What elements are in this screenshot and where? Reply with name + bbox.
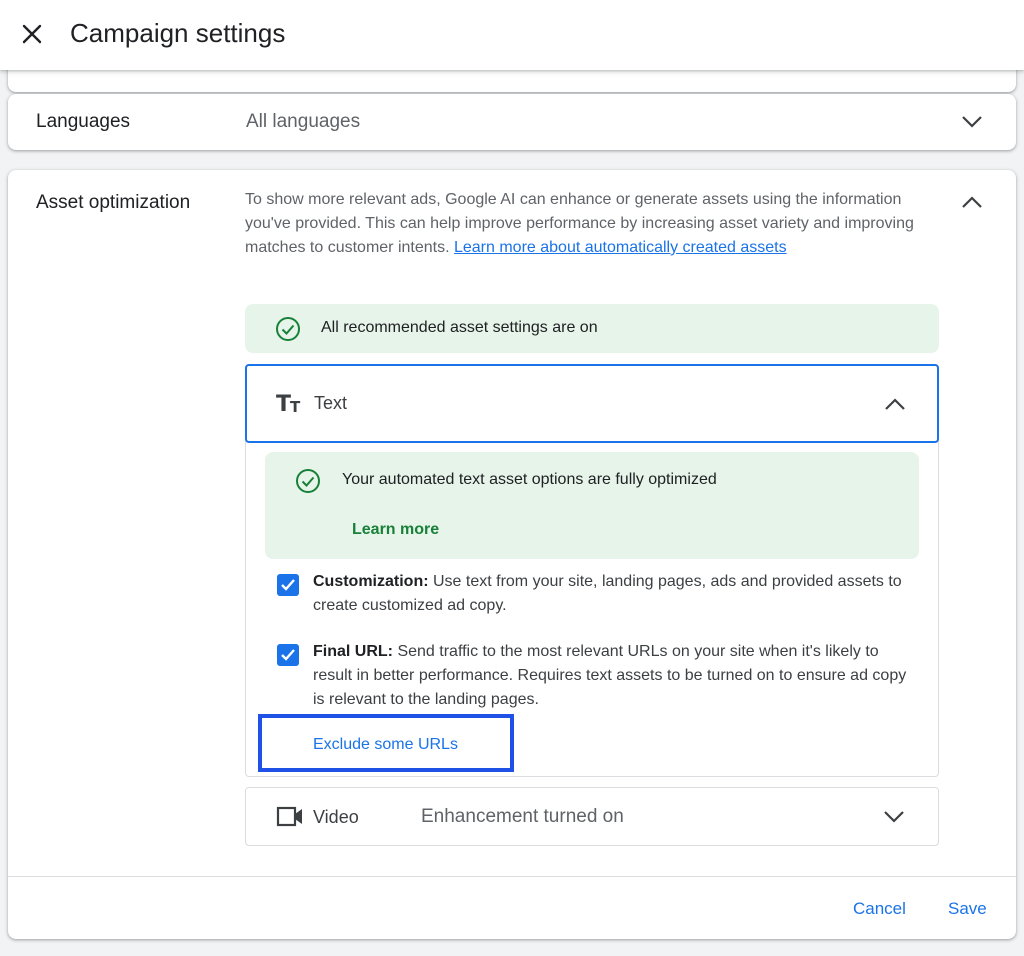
chevron-down-icon: [884, 811, 904, 823]
learn-more-link[interactable]: Learn more: [352, 521, 439, 539]
learn-more-automatically-created-assets-link[interactable]: Learn more about automatically created a…: [454, 239, 787, 256]
languages-value: All languages: [246, 111, 361, 132]
text-section-header[interactable]: TT Text: [245, 364, 939, 443]
final-url-description: Send traffic to the most relevant URLs o…: [313, 643, 907, 708]
customization-option-text: Customization: Use text from your site, …: [313, 570, 913, 618]
check-circle-icon: [296, 469, 320, 493]
asset-optimization-card: Asset optimization To show more relevant…: [8, 170, 1016, 939]
text-optimized-message: Your automated text asset options are fu…: [342, 471, 717, 488]
checkmark-icon: [281, 649, 295, 661]
close-icon[interactable]: [21, 23, 43, 45]
final-url-checkbox[interactable]: [277, 644, 299, 666]
customization-checkbox[interactable]: [277, 574, 299, 596]
asset-optimization-collapse-button[interactable]: [960, 190, 984, 214]
languages-label: Languages: [36, 111, 131, 132]
page-title: Campaign settings: [70, 18, 286, 48]
exclude-some-urls-link[interactable]: Exclude some URLs: [313, 736, 458, 754]
recommended-settings-banner: All recommended asset settings are on: [245, 304, 939, 353]
checkmark-icon: [281, 579, 295, 591]
text-section-title: Text: [314, 393, 348, 413]
chevron-up-icon: [885, 398, 905, 410]
save-button[interactable]: Save: [948, 899, 987, 919]
text-asset-panel: TT Text Your automated text asset option…: [245, 364, 939, 777]
video-section-title: Video: [313, 807, 359, 827]
footer-divider: [8, 876, 1016, 877]
final-url-option-text: Final URL: Send traffic to the most rele…: [313, 640, 908, 712]
check-circle-icon: [276, 317, 300, 341]
chevron-down-icon: [962, 116, 982, 128]
text-optimized-banner: Your automated text asset options are fu…: [265, 452, 919, 559]
languages-row[interactable]: Languages All languages: [8, 94, 1016, 150]
chevron-up-icon: [962, 196, 982, 208]
video-section-header[interactable]: Video Enhancement turned on: [245, 787, 939, 846]
final-url-label: Final URL:: [313, 643, 393, 660]
cancel-button[interactable]: Cancel: [853, 899, 906, 919]
video-section-expand-button[interactable]: [882, 805, 906, 829]
customization-label: Customization:: [313, 573, 429, 590]
app-header: Campaign settings: [0, 0, 1024, 70]
video-camera-icon: [276, 806, 302, 827]
asset-optimization-description: To show more relevant ads, Google AI can…: [245, 188, 925, 260]
close-button[interactable]: [16, 18, 48, 50]
languages-expand-button[interactable]: [960, 110, 984, 134]
video-enhancement-status: Enhancement turned on: [421, 806, 624, 827]
asset-optimization-label: Asset optimization: [36, 192, 191, 213]
text-fields-icon: TT: [276, 392, 301, 417]
text-section-collapse-button[interactable]: [883, 392, 907, 416]
recommended-settings-text: All recommended asset settings are on: [321, 319, 598, 336]
